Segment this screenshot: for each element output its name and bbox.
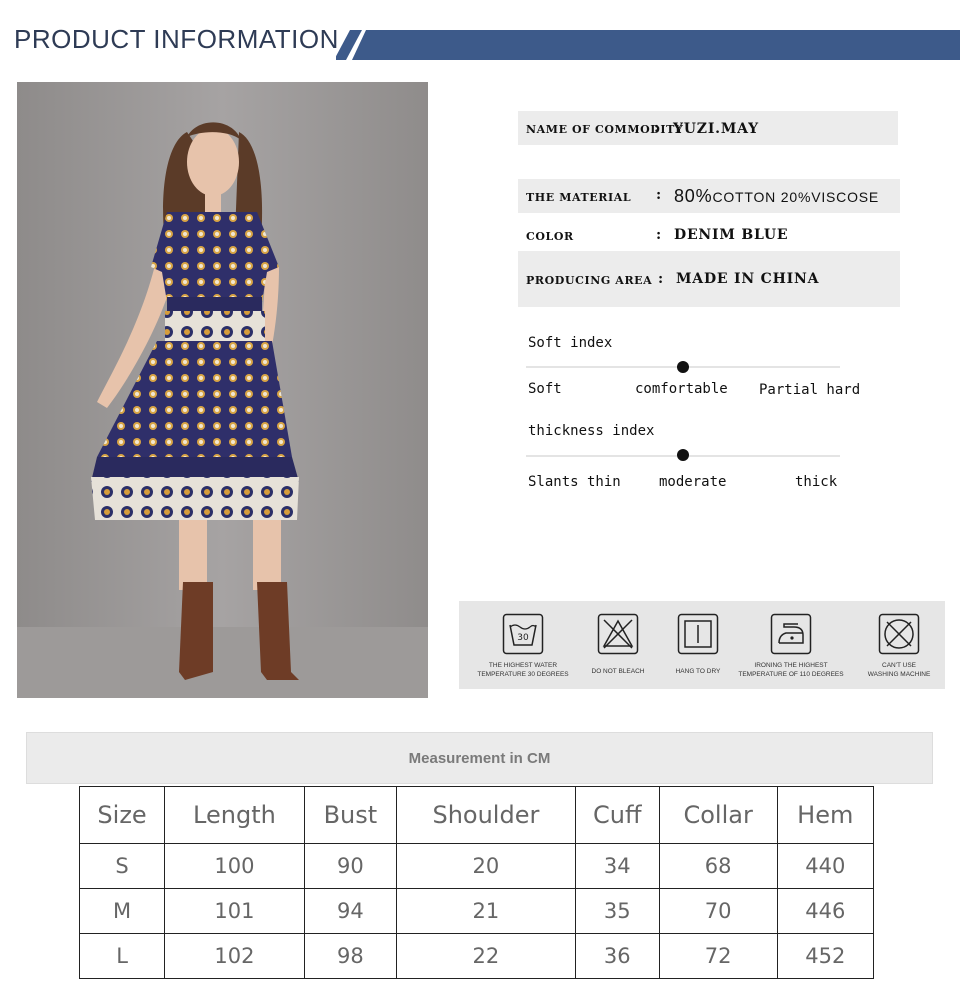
colon: : bbox=[656, 227, 662, 243]
wash-30-icon: 30 bbox=[502, 613, 544, 655]
care-item-iron: IRONING THE HIGHEST TEMPERATURE OF 110 DE… bbox=[735, 613, 847, 679]
thickness-index-marker bbox=[677, 449, 689, 461]
table-cell: M bbox=[78, 888, 166, 934]
page-title: PRODUCT INFORMATION bbox=[14, 24, 339, 54]
thickness-index-high-label: thick bbox=[795, 474, 838, 490]
care-caption: DO NOT BLEACH bbox=[591, 668, 645, 675]
care-item-wash-30: 30 THE HIGHEST WATER TEMPERATURE 30 DEGRE… bbox=[471, 613, 575, 679]
material-row: THE MATERIAL : 80%COTTON 20%VISCOSE bbox=[518, 179, 900, 213]
table-row: L 102 98 22 36 72 452 bbox=[78, 933, 875, 979]
table-cell: 70 bbox=[658, 888, 778, 934]
care-caption: THE HIGHEST WATER TEMPERATURE 30 DEGREES bbox=[477, 662, 569, 678]
column-header-cuff: Cuff bbox=[574, 786, 660, 844]
colon: : bbox=[658, 271, 664, 287]
material-value: 80%COTTON 20%VISCOSE bbox=[674, 186, 880, 206]
iron-icon bbox=[770, 613, 812, 655]
commodity-name-label: NAME OF COMMODITY bbox=[526, 123, 684, 136]
header-accent-bar bbox=[336, 30, 960, 60]
table-cell: 100 bbox=[164, 843, 305, 889]
care-item-no-machine-wash: CAN'T USE WASHING MACHINE bbox=[859, 613, 939, 679]
table-cell: S bbox=[78, 843, 166, 889]
care-caption: CAN'T USE WASHING MACHINE bbox=[867, 662, 931, 678]
column-header-length: Length bbox=[164, 786, 305, 844]
column-header-size: Size bbox=[78, 786, 166, 844]
size-chart-table: Size Length Bust Shoulder Cuff Collar He… bbox=[78, 786, 875, 979]
soft-index-marker bbox=[677, 361, 689, 373]
soft-index-low-label: Soft bbox=[528, 381, 562, 397]
no-bleach-icon bbox=[597, 613, 639, 655]
table-cell: 36 bbox=[574, 933, 660, 979]
no-machine-wash-icon bbox=[878, 613, 920, 655]
measurement-title: Measurement in CM bbox=[408, 750, 551, 767]
column-header-shoulder: Shoulder bbox=[395, 786, 576, 844]
size-chart-header-row: Size Length Bust Shoulder Cuff Collar He… bbox=[78, 786, 875, 844]
column-header-hem: Hem bbox=[776, 786, 875, 844]
svg-text:30: 30 bbox=[517, 633, 529, 643]
table-cell: 22 bbox=[395, 933, 576, 979]
table-cell: 21 bbox=[395, 888, 576, 934]
table-cell: 72 bbox=[658, 933, 778, 979]
table-cell: 101 bbox=[164, 888, 305, 934]
column-header-bust: Bust bbox=[303, 786, 397, 844]
care-item-no-bleach: DO NOT BLEACH bbox=[583, 613, 653, 676]
table-cell: 440 bbox=[776, 843, 875, 889]
table-cell: 34 bbox=[574, 843, 660, 889]
table-cell: 446 bbox=[776, 888, 875, 934]
soft-index-mid-label: comfortable bbox=[635, 381, 728, 397]
producing-area-label: PRODUCING AREA bbox=[526, 274, 653, 287]
colon: : bbox=[654, 120, 660, 136]
table-cell: 90 bbox=[303, 843, 397, 889]
commodity-name-value: YUZI.MAY bbox=[673, 121, 759, 137]
table-cell: 94 bbox=[303, 888, 397, 934]
thickness-index-title: thickness index bbox=[528, 423, 655, 439]
table-cell: 20 bbox=[395, 843, 576, 889]
table-row: M 101 94 21 35 70 446 bbox=[78, 888, 875, 934]
table-cell: L bbox=[78, 933, 166, 979]
care-item-hang-dry: HANG TO DRY bbox=[665, 613, 731, 676]
column-header-collar: Collar bbox=[658, 786, 778, 844]
care-instructions-panel: 30 THE HIGHEST WATER TEMPERATURE 30 DEGRE… bbox=[459, 601, 945, 689]
soft-index-high-label: Partial hard bbox=[759, 382, 861, 398]
table-cell: 102 bbox=[164, 933, 305, 979]
table-cell: 35 bbox=[574, 888, 660, 934]
table-cell: 98 bbox=[303, 933, 397, 979]
care-caption: IRONING THE HIGHEST TEMPERATURE OF 110 DE… bbox=[738, 662, 844, 678]
soft-index-title: Soft index bbox=[528, 335, 613, 351]
producing-area-value: MADE IN CHINA bbox=[676, 271, 820, 287]
measurement-header-bar: Measurement in CM bbox=[26, 732, 933, 784]
color-value: DENIM BLUE bbox=[674, 227, 789, 243]
thickness-index-low-label: Slants thin bbox=[528, 474, 621, 490]
hang-dry-icon bbox=[677, 613, 719, 655]
colon: : bbox=[656, 187, 662, 203]
color-row: COLOR : DENIM BLUE bbox=[518, 224, 900, 248]
thickness-index-mid-label: moderate bbox=[659, 474, 727, 490]
commodity-name-row: NAME OF COMMODITY : YUZI.MAY bbox=[518, 111, 898, 145]
table-row: S 100 90 20 34 68 440 bbox=[78, 843, 875, 889]
material-label: THE MATERIAL bbox=[526, 191, 632, 204]
producing-area-row: PRODUCING AREA : MADE IN CHINA bbox=[518, 251, 900, 307]
table-cell: 68 bbox=[658, 843, 778, 889]
product-photo bbox=[17, 82, 428, 698]
care-caption: HANG TO DRY bbox=[675, 668, 721, 675]
color-label: COLOR bbox=[526, 230, 574, 243]
table-cell: 452 bbox=[776, 933, 875, 979]
